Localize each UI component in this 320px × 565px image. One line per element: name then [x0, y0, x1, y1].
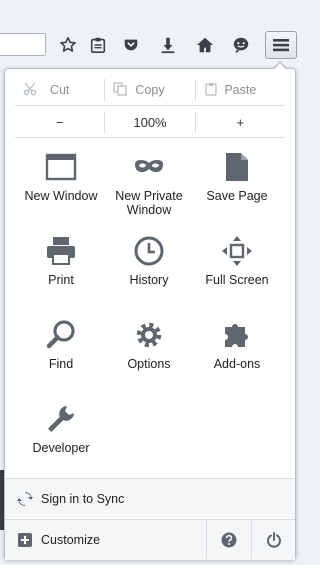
new-private-window-button[interactable]: New Private Window [105, 151, 193, 235]
star-icon [60, 36, 76, 52]
menu-item-label: Options [127, 357, 171, 371]
bookmarks-menu-button[interactable] [85, 33, 111, 57]
chat-smile-icon [233, 37, 249, 54]
new-window-icon [45, 153, 77, 181]
copy-label: Copy [135, 83, 165, 97]
hamburger-icon [273, 39, 289, 52]
scissors-icon [23, 82, 37, 96]
bookmark-star-button[interactable] [55, 33, 81, 57]
puzzle-icon [225, 324, 248, 347]
pocket-button[interactable] [118, 33, 144, 57]
copy-icon [113, 82, 127, 96]
copy-button[interactable]: Copy [104, 79, 194, 101]
zoom-out-button[interactable]: − [15, 111, 104, 133]
paste-button[interactable]: Paste [194, 79, 285, 101]
developer-button[interactable]: Developer [17, 403, 105, 487]
help-icon [221, 532, 237, 547]
sync-label: Sign in to Sync [41, 491, 125, 506]
downloads-button[interactable] [155, 33, 181, 57]
panel-arrow-inner [273, 62, 287, 70]
add-ons-button[interactable]: Add-ons [193, 319, 281, 403]
home-icon [196, 37, 214, 53]
zoom-reset-button[interactable]: 100% [104, 111, 194, 133]
save-page-button[interactable]: Save Page [193, 151, 281, 235]
divider [15, 137, 285, 138]
paste-label: Paste [224, 83, 257, 97]
menu-item-label: Print [48, 273, 74, 287]
save-page-icon [226, 153, 248, 181]
fullscreen-button[interactable]: Full Screen [193, 235, 281, 319]
menu-item-label: Developer [32, 441, 90, 455]
customize-label: Customize [41, 533, 101, 547]
download-arrow-icon [161, 37, 175, 54]
customize-footer: Customize [5, 519, 295, 560]
find-button[interactable]: Find [17, 319, 105, 403]
cut-label: Cut [49, 83, 70, 97]
menu-panel: Cut Copy Paste − 100% + New Window New P… [4, 68, 296, 560]
browser-toolbar [0, 0, 303, 66]
menu-item-label: Find [48, 357, 74, 371]
url-bar[interactable] [0, 33, 46, 56]
clock-icon [134, 236, 164, 266]
help-button[interactable] [206, 520, 251, 559]
hello-chat-button[interactable] [228, 33, 254, 57]
sign-in-sync-button[interactable]: Sign in to Sync [5, 478, 295, 518]
private-mask-icon [135, 160, 163, 172]
history-button[interactable]: History [105, 235, 193, 319]
menu-items-grid: New Window New Private Window Save Page … [17, 151, 283, 487]
menu-item-label: History [129, 273, 169, 287]
clipboard-list-icon [90, 37, 106, 54]
print-button[interactable]: Print [17, 235, 105, 319]
new-window-button[interactable]: New Window [17, 151, 105, 235]
home-button[interactable] [192, 33, 218, 57]
sync-icon [17, 491, 33, 506]
zoom-in-button[interactable]: + [194, 111, 285, 133]
customize-button[interactable]: Customize [5, 520, 100, 560]
printer-icon [47, 237, 75, 265]
quit-button[interactable] [251, 520, 296, 559]
fullscreen-icon [222, 236, 252, 266]
zoom-controls: − 100% + [15, 111, 285, 133]
plus-box-icon [18, 533, 32, 547]
open-menu-button[interactable] [265, 31, 297, 59]
paste-icon [205, 83, 217, 96]
power-icon [267, 531, 281, 548]
edit-controls: Cut Copy Paste [15, 79, 285, 101]
menu-item-label: Full Screen [205, 273, 269, 287]
gear-icon [136, 322, 162, 348]
pocket-icon [124, 39, 138, 51]
magnifier-icon [46, 320, 75, 349]
divider [15, 105, 285, 106]
wrench-icon [48, 406, 74, 432]
menu-item-label: New Private Window [115, 189, 183, 217]
cut-button[interactable]: Cut [15, 79, 104, 101]
menu-item-label: Add-ons [213, 357, 261, 371]
menu-item-label: Save Page [206, 189, 268, 203]
menu-item-label: New Window [24, 189, 98, 203]
options-button[interactable]: Options [105, 319, 193, 403]
